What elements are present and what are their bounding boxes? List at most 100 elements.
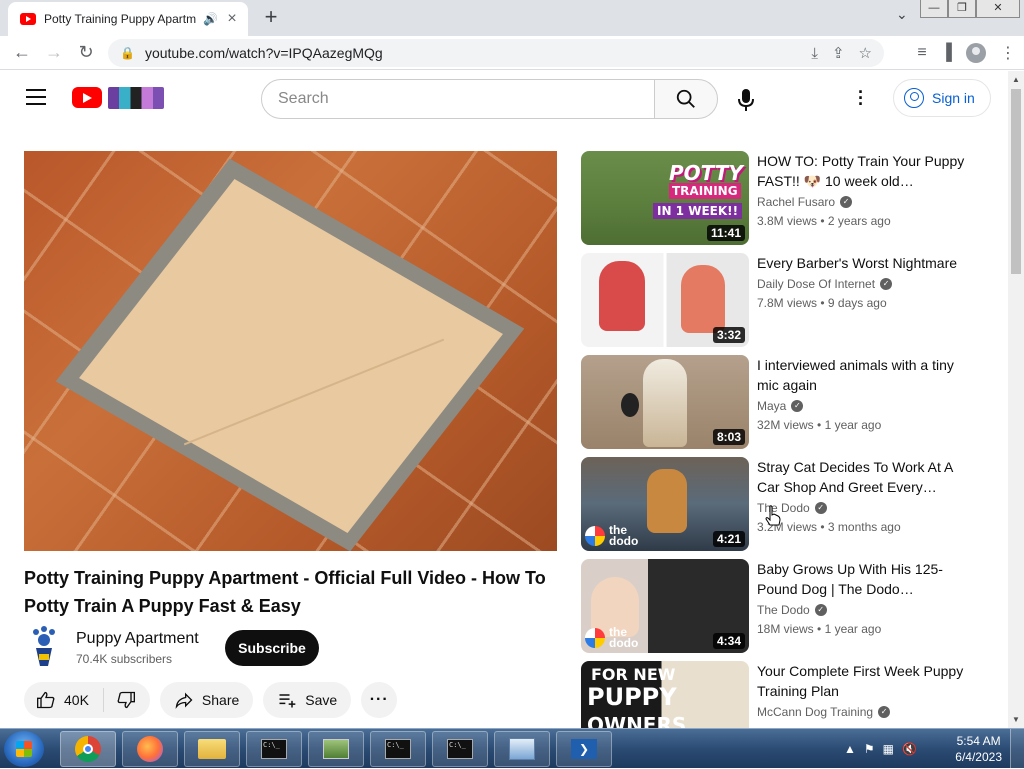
url-text: youtube.com/watch?v=IPQAazegMQg xyxy=(144,45,383,61)
recommendation-channel[interactable]: Rachel Fusaro ✓ xyxy=(757,195,853,209)
recommendation-title[interactable]: HOW TO: Potty Train Your Puppy FAST!! 🐶 … xyxy=(757,151,967,191)
lock-icon[interactable]: 🔒 xyxy=(120,46,135,60)
show-hidden-icons-arrow-icon[interactable]: ▲ xyxy=(844,742,856,756)
save-button[interactable]: Save xyxy=(263,682,352,718)
channel-avatar[interactable] xyxy=(26,626,62,668)
dislike-button[interactable] xyxy=(104,682,150,718)
tab-title: Potty Training Puppy Apartm xyxy=(44,12,197,26)
recommendation-item[interactable]: the dodo 4:21 Stray Cat Decides To Work A… xyxy=(581,457,1001,551)
video-thumbnail[interactable]: the dodo 4:34 xyxy=(581,559,749,653)
restore-button[interactable]: ❐ xyxy=(948,0,976,18)
recommendation-title[interactable]: Baby Grows Up With His 125-Pound Dog | T… xyxy=(757,559,967,599)
back-arrow-icon[interactable]: ← xyxy=(6,42,38,63)
command-prompt-icon: C:\_ xyxy=(385,739,411,759)
video-actions: 40K Share Save ··· xyxy=(24,682,398,718)
recommendation-channel[interactable]: Daily Dose Of Internet ✓ xyxy=(757,277,893,291)
profile-avatar-icon[interactable] xyxy=(966,43,986,63)
subscribe-button[interactable]: Subscribe xyxy=(225,630,319,666)
share-arrow-icon xyxy=(175,692,193,709)
scroll-down-arrow-icon[interactable]: ▼ xyxy=(1012,715,1020,724)
window-controls: — ❐ ✕ xyxy=(920,0,1020,18)
sign-in-button[interactable]: Sign in xyxy=(893,79,991,117)
upload-age: 1 year ago xyxy=(824,418,882,432)
share-button[interactable]: Share xyxy=(159,682,254,718)
recommendation-meta: 18M views • 1 year ago xyxy=(757,622,882,636)
thumbs-down-icon xyxy=(117,691,135,709)
address-bar[interactable]: 🔒 youtube.com/watch?v=IPQAazegMQg ⤓ ⇪ ☆ xyxy=(108,39,884,67)
network-icon[interactable]: ▦ xyxy=(883,742,894,756)
like-dislike-group: 40K xyxy=(24,682,150,718)
recommendation-item[interactable]: FOR NEW PUPPY OWNERS Your Complete First… xyxy=(581,661,1001,728)
windows-logo-icon xyxy=(16,741,32,757)
recommendation-title[interactable]: Stray Cat Decides To Work At A Car Shop … xyxy=(757,457,967,497)
search-icon xyxy=(676,89,695,108)
taskbar-control-panel[interactable] xyxy=(494,731,550,767)
reload-icon[interactable]: ↻ xyxy=(70,42,102,63)
recommendation-item[interactable]: POTTY TRAINING IN 1 WEEK!! 11:41 HOW TO:… xyxy=(581,151,1001,245)
system-clock[interactable]: 5:54 AM 6/4/2023 xyxy=(955,733,1002,765)
taskbar-cmd-1[interactable]: C:\_ xyxy=(246,731,302,767)
upload-age: 2 years ago xyxy=(827,214,891,228)
recommendation-item[interactable]: the dodo 4:34 Baby Grows Up With His 125-… xyxy=(581,559,1001,653)
video-thumbnail[interactable]: 3:32 xyxy=(581,253,749,347)
youtube-logo-icon[interactable] xyxy=(72,87,102,108)
dodo-watermark: the dodo xyxy=(585,524,639,548)
taskbar-cmd-2[interactable]: C:\_ xyxy=(370,731,426,767)
bookmark-star-icon[interactable]: ☆ xyxy=(859,44,872,62)
media-control-icon[interactable]: ≡ xyxy=(917,44,926,62)
settings-kebab-icon[interactable]: · · · xyxy=(858,83,864,113)
like-button[interactable]: 40K xyxy=(24,688,104,712)
recommendation-item[interactable]: 3:32 Every Barber's Worst Nightmare Dail… xyxy=(581,253,1001,347)
action-center-flag-icon[interactable]: ⚑ xyxy=(864,742,875,756)
recommendation-channel[interactable]: Maya ✓ xyxy=(757,399,804,413)
search-button[interactable] xyxy=(654,79,718,119)
youtube-doodle-logo[interactable] xyxy=(108,87,164,109)
recommendation-title[interactable]: I interviewed animals with a tiny mic ag… xyxy=(757,355,967,395)
video-thumbnail[interactable]: 8:03 xyxy=(581,355,749,449)
install-app-icon[interactable]: ⤓ xyxy=(811,45,818,62)
share-page-icon[interactable]: ⇪ xyxy=(832,44,845,62)
recommendation-channel[interactable]: The Dodo ✓ xyxy=(757,603,827,617)
video-title: Potty Training Puppy Apartment - Officia… xyxy=(24,568,546,616)
speaker-icon[interactable]: 🔊 xyxy=(203,12,218,26)
channel-name[interactable]: Puppy Apartment xyxy=(76,630,199,648)
page-scrollbar[interactable]: ▲ ▼ xyxy=(1008,71,1024,728)
clock-time: 5:54 AM xyxy=(956,734,1001,748)
dodo-word: dodo xyxy=(609,534,639,548)
tab-search-chevron-icon[interactable]: ⌄ xyxy=(896,6,908,23)
new-tab-button[interactable]: + xyxy=(258,4,284,30)
taskbar-chrome[interactable] xyxy=(60,731,116,767)
show-desktop-button[interactable] xyxy=(1010,729,1024,769)
microphone-icon[interactable] xyxy=(736,88,756,112)
video-player[interactable] xyxy=(24,151,557,551)
side-panel-icon[interactable]: ▐ xyxy=(941,44,952,62)
close-window-button[interactable]: ✕ xyxy=(976,0,1020,18)
scrollbar-thumb[interactable] xyxy=(1011,89,1021,274)
hamburger-menu-icon[interactable] xyxy=(26,89,46,105)
video-thumbnail[interactable]: FOR NEW PUPPY OWNERS xyxy=(581,661,749,728)
recommendation-channel[interactable]: McCann Dog Training ✓ xyxy=(757,705,891,719)
close-tab-icon[interactable]: × xyxy=(224,10,240,28)
taskbar-firefox[interactable] xyxy=(122,731,178,767)
browser-tab[interactable]: Potty Training Puppy Apartm 🔊 × xyxy=(8,2,248,36)
minimize-button[interactable]: — xyxy=(920,0,948,18)
search-input[interactable]: Search xyxy=(261,79,655,119)
taskbar-explorer[interactable] xyxy=(184,731,240,767)
taskbar-network[interactable] xyxy=(308,731,364,767)
video-thumbnail[interactable]: the dodo 4:21 xyxy=(581,457,749,551)
verified-check-icon: ✓ xyxy=(814,502,827,514)
recommendation-item[interactable]: 8:03 I interviewed animals with a tiny m… xyxy=(581,355,1001,449)
more-actions-icon[interactable]: ··· xyxy=(361,682,398,718)
recommendation-title[interactable]: Your Complete First Week Puppy Training … xyxy=(757,661,967,701)
start-button[interactable] xyxy=(4,731,44,767)
forward-arrow-icon[interactable]: → xyxy=(38,42,70,63)
volume-muted-icon[interactable]: 🔇 xyxy=(902,742,917,756)
scroll-up-arrow-icon[interactable]: ▲ xyxy=(1012,75,1020,84)
share-label: Share xyxy=(201,692,240,708)
taskbar-cmd-3[interactable]: C:\_ xyxy=(432,731,488,767)
browser-menu-icon[interactable]: ⋮ xyxy=(1000,43,1016,63)
video-thumbnail[interactable]: POTTY TRAINING IN 1 WEEK!! 11:41 xyxy=(581,151,749,245)
taskbar-powershell[interactable]: ❯ xyxy=(556,731,612,767)
thumbs-up-icon xyxy=(37,691,55,709)
recommendation-title[interactable]: Every Barber's Worst Nightmare xyxy=(757,253,967,273)
